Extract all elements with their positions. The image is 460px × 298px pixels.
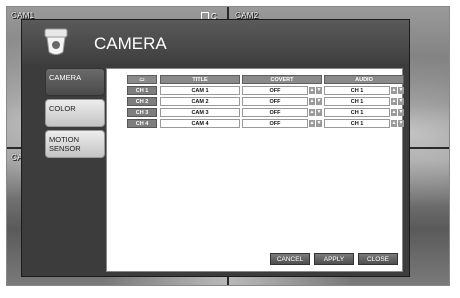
covert-down-arrow-icon[interactable]: ▼ (316, 87, 322, 94)
channel-label: CH 4 (127, 119, 157, 128)
audio-up-arrow-icon[interactable]: ▲ (391, 109, 397, 116)
audio-value: CH 1 (324, 86, 390, 95)
title-field[interactable]: CAM 4 (160, 119, 240, 128)
tab-motion-sensor[interactable]: MOTION SENSOR (45, 130, 105, 158)
covert-down-arrow-icon[interactable]: ▼ (316, 98, 322, 105)
covert-value: OFF (242, 86, 308, 95)
audio-down-arrow-icon[interactable]: ▼ (398, 109, 404, 116)
title-field[interactable]: CAM 3 (160, 108, 240, 117)
title-field[interactable]: CAM 1 (160, 86, 240, 95)
covert-column-header: COVERT (242, 75, 322, 84)
tab-camera[interactable]: CAMERA (45, 68, 105, 96)
title-column-header: TITLE (160, 75, 240, 84)
covert-value: OFF (242, 108, 308, 117)
title-field[interactable]: CAM 2 (160, 97, 240, 106)
covert-down-arrow-icon[interactable]: ▼ (316, 120, 322, 127)
audio-up-arrow-icon[interactable]: ▲ (391, 87, 397, 94)
covert-up-arrow-icon[interactable]: ▲ (309, 109, 315, 116)
channel-label: CH 1 (127, 86, 157, 95)
dialog-title: CAMERA (94, 34, 167, 53)
close-button[interactable]: CLOSE (358, 253, 398, 265)
camera-icon (44, 28, 68, 55)
covert-value: OFF (242, 119, 308, 128)
audio-value: CH 1 (324, 97, 390, 106)
channel-select-icon[interactable]: ▭ (127, 75, 157, 84)
audio-up-arrow-icon[interactable]: ▲ (391, 98, 397, 105)
channel-label: CH 3 (127, 108, 157, 117)
covert-up-arrow-icon[interactable]: ▲ (309, 98, 315, 105)
covert-down-arrow-icon[interactable]: ▼ (316, 109, 322, 116)
cancel-button[interactable]: CANCEL (270, 253, 310, 265)
audio-value: CH 1 (324, 108, 390, 117)
covert-value: OFF (242, 97, 308, 106)
covert-up-arrow-icon[interactable]: ▲ (309, 87, 315, 94)
audio-down-arrow-icon[interactable]: ▼ (398, 120, 404, 127)
audio-column-header: AUDIO (324, 75, 404, 84)
covert-up-arrow-icon[interactable]: ▲ (309, 120, 315, 127)
audio-down-arrow-icon[interactable]: ▼ (398, 87, 404, 94)
audio-up-arrow-icon[interactable]: ▲ (391, 120, 397, 127)
camera-settings-dialog: CAMERA CAMERA COLOR MOTION SENSOR ▭ TITL… (21, 19, 410, 277)
dialog-header: CAMERA (22, 20, 409, 64)
audio-down-arrow-icon[interactable]: ▼ (398, 98, 404, 105)
tab-color[interactable]: COLOR (45, 99, 105, 127)
apply-button[interactable]: APPLY (314, 253, 354, 265)
channel-label: CH 2 (127, 97, 157, 106)
audio-value: CH 1 (324, 119, 390, 128)
camera-settings-panel: ▭ TITLE COVERT AUDIO CH 1 CAM 1 OFF ▲ ▼ … (106, 68, 404, 272)
